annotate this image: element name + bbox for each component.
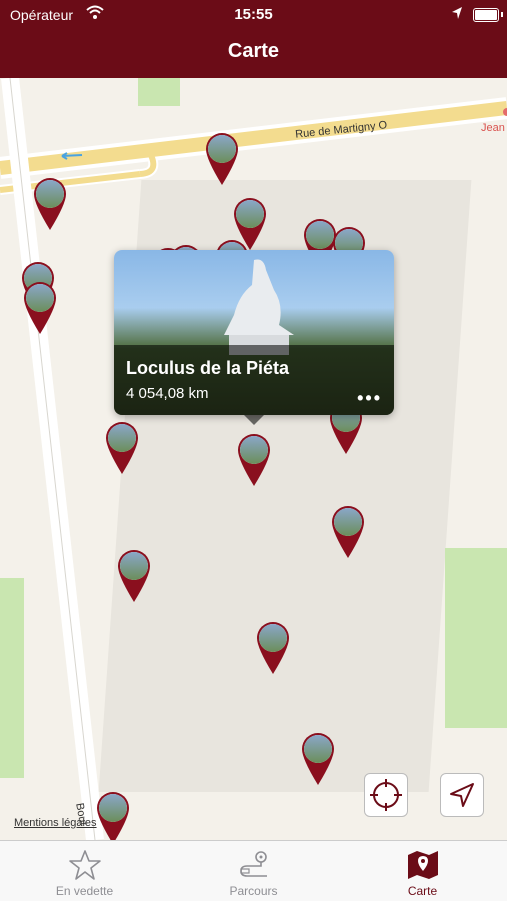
marker-thumbnail [99,794,127,822]
map-view[interactable]: Rue de Martigny O Boul Jean [0,78,507,840]
tab-featured[interactable]: En vedette [0,841,169,901]
route-icon [240,851,267,877]
tab-bar: En vedette Parcours Carte [0,840,507,901]
tab-routes[interactable]: Parcours [169,841,338,901]
page-title: Carte [227,40,280,62]
marker-thumbnail [108,424,136,452]
marker-thumbnail [36,180,64,208]
navigation-bar: Carte [0,30,507,78]
marker-thumbnail [120,552,148,580]
tab-label: En vedette [55,884,114,898]
marker-thumbnail [334,508,362,536]
tab-label: Carte [407,884,438,898]
star-icon [69,850,101,880]
status-time: 15:55 [234,6,273,23]
marker-thumbnail [304,735,332,763]
statue-image [224,259,294,355]
map-marker[interactable] [116,548,152,604]
tab-map[interactable]: Carte [338,841,507,901]
callout-title: Loculus de la Piéta [126,358,290,378]
location-arrow-icon [452,7,462,19]
marker-thumbnail [236,200,264,228]
crosshair-icon [370,779,402,811]
map-marker[interactable] [95,790,131,840]
map-marker[interactable] [204,131,240,187]
status-bar: Opérateur 15:55 [0,0,507,30]
map-marker[interactable] [255,620,291,676]
marker-thumbnail [208,135,236,163]
map-marker[interactable] [236,432,272,488]
map-marker[interactable] [330,504,366,560]
recenter-button[interactable] [364,773,408,817]
marker-thumbnail [306,221,334,249]
track-location-button[interactable] [440,773,484,817]
navigation-arrow-icon [450,783,474,807]
marker-thumbnail [259,624,287,652]
map-marker[interactable] [104,420,140,476]
battery-icon [473,8,499,22]
tab-label: Parcours [229,884,278,898]
map-marker[interactable] [300,731,336,787]
poi-dot [503,108,507,116]
callout-distance: 4 054,08 km [126,385,209,402]
map-marker[interactable] [32,176,68,232]
street-label-edge: Jean [481,122,505,134]
more-options-icon[interactable]: ••• [357,388,382,409]
map-icon [408,851,438,879]
legal-link[interactable]: Mentions légales [14,817,97,829]
marker-thumbnail [240,436,268,464]
poi-callout[interactable]: Loculus de la Piéta 4 054,08 km ••• [114,250,394,415]
map-marker[interactable] [22,280,58,336]
marker-thumbnail [26,284,54,312]
